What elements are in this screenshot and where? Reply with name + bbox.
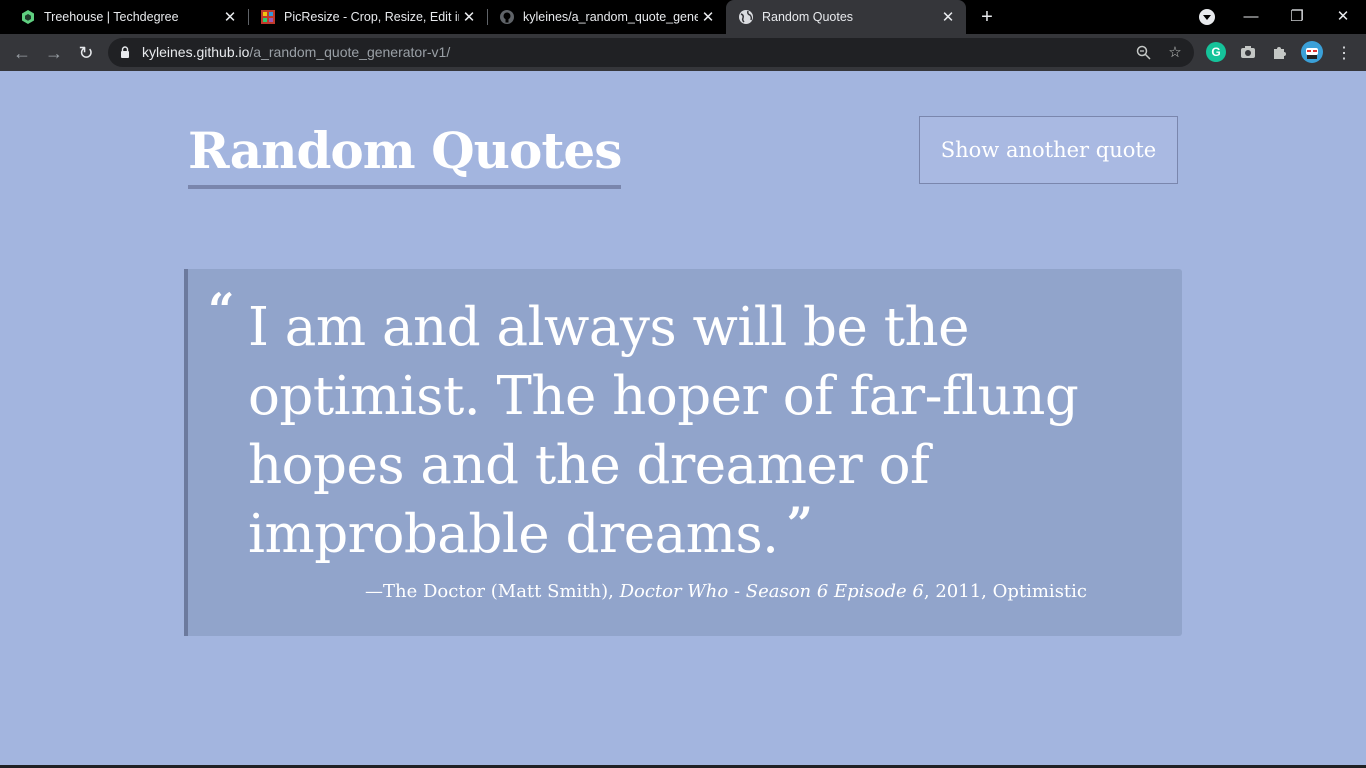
menu-kebab-icon[interactable]: ⋮ (1331, 40, 1357, 66)
minimize-icon[interactable]: — (1236, 4, 1266, 28)
extensions-puzzle-icon[interactable] (1270, 42, 1290, 62)
zoom-icon[interactable] (1134, 43, 1152, 61)
close-icon[interactable]: ✕ (698, 7, 718, 27)
restore-icon[interactable]: ❐ (1282, 4, 1312, 28)
page-title: Random Quotes (188, 121, 622, 189)
close-icon[interactable]: ✕ (220, 7, 240, 27)
lock-icon[interactable] (120, 46, 130, 58)
quote-text-block: I am and always will be the optimist. Th… (248, 293, 1128, 569)
tab-picresize[interactable]: PicResize - Crop, Resize, Edit ima ✕ (240, 0, 487, 34)
url-host: kyleines.github.io (142, 44, 250, 60)
tab-treehouse[interactable]: Treehouse | Techdegree ✕ (0, 0, 248, 34)
address-bar[interactable]: kyleines.github.io/a_random_quote_genera… (108, 38, 1194, 67)
quote-box: “ I am and always will be the optimist. … (184, 269, 1182, 636)
close-icon[interactable]: ✕ (459, 7, 479, 27)
tab-title: Treehouse | Techdegree (44, 10, 179, 24)
new-tab-plus-icon[interactable]: + (976, 6, 998, 28)
tab-title: Random Quotes (762, 10, 854, 24)
avatar-icon (1306, 48, 1318, 59)
url-text[interactable]: kyleines.github.io/a_random_quote_genera… (142, 44, 450, 60)
back-arrow-icon[interactable]: ← (9, 40, 35, 66)
quote-year: , 2011, (923, 581, 993, 602)
tab-title: PicResize - Crop, Resize, Edit ima (284, 10, 459, 24)
close-icon[interactable]: ✕ (938, 7, 958, 27)
page-content: Random Quotes Show another quote “ I am … (0, 71, 1366, 768)
quote-citation: Doctor Who - Season 6 Episode 6 (619, 581, 924, 602)
browser-toolbar: ← → ↻ kyleines.github.io/a_random_quote_… (0, 34, 1366, 71)
close-quote-mark: ” (786, 497, 813, 551)
url-path: /a_random_quote_generator-v1/ (249, 44, 451, 60)
show-another-quote-button[interactable]: Show another quote (919, 116, 1178, 184)
quote-source: —The Doctor (Matt Smith), Doctor Who - S… (365, 581, 1087, 602)
grammarly-icon[interactable]: G (1206, 42, 1226, 62)
treehouse-icon (22, 10, 34, 24)
tab-title: kyleines/a_random_quote_genera (523, 10, 698, 24)
globe-icon (739, 10, 753, 24)
tab-github[interactable]: kyleines/a_random_quote_genera ✕ (479, 0, 726, 34)
bookmark-star-icon[interactable]: ☆ (1166, 43, 1184, 61)
reload-icon[interactable]: ↻ (73, 40, 99, 66)
forward-arrow-icon[interactable]: → (41, 40, 67, 66)
tab-strip: Treehouse | Techdegree ✕ PicResize - Cro… (0, 0, 1366, 34)
github-icon (500, 10, 514, 24)
tab-random-quotes[interactable]: Random Quotes ✕ (726, 0, 966, 34)
window-close-icon[interactable]: ✕ (1328, 4, 1358, 28)
picresize-icon (261, 10, 275, 24)
open-quote-mark: “ (208, 283, 235, 337)
quote-text: I am and always will be the optimist. Th… (248, 297, 1079, 565)
profile-avatar[interactable] (1301, 41, 1323, 63)
grammarly-letter: G (1211, 45, 1221, 59)
quote-tag: Optimistic (992, 581, 1087, 602)
quote-author: —The Doctor (Matt Smith), (365, 581, 620, 602)
camera-icon[interactable] (1238, 42, 1258, 62)
tab-search-icon[interactable] (1199, 9, 1215, 25)
